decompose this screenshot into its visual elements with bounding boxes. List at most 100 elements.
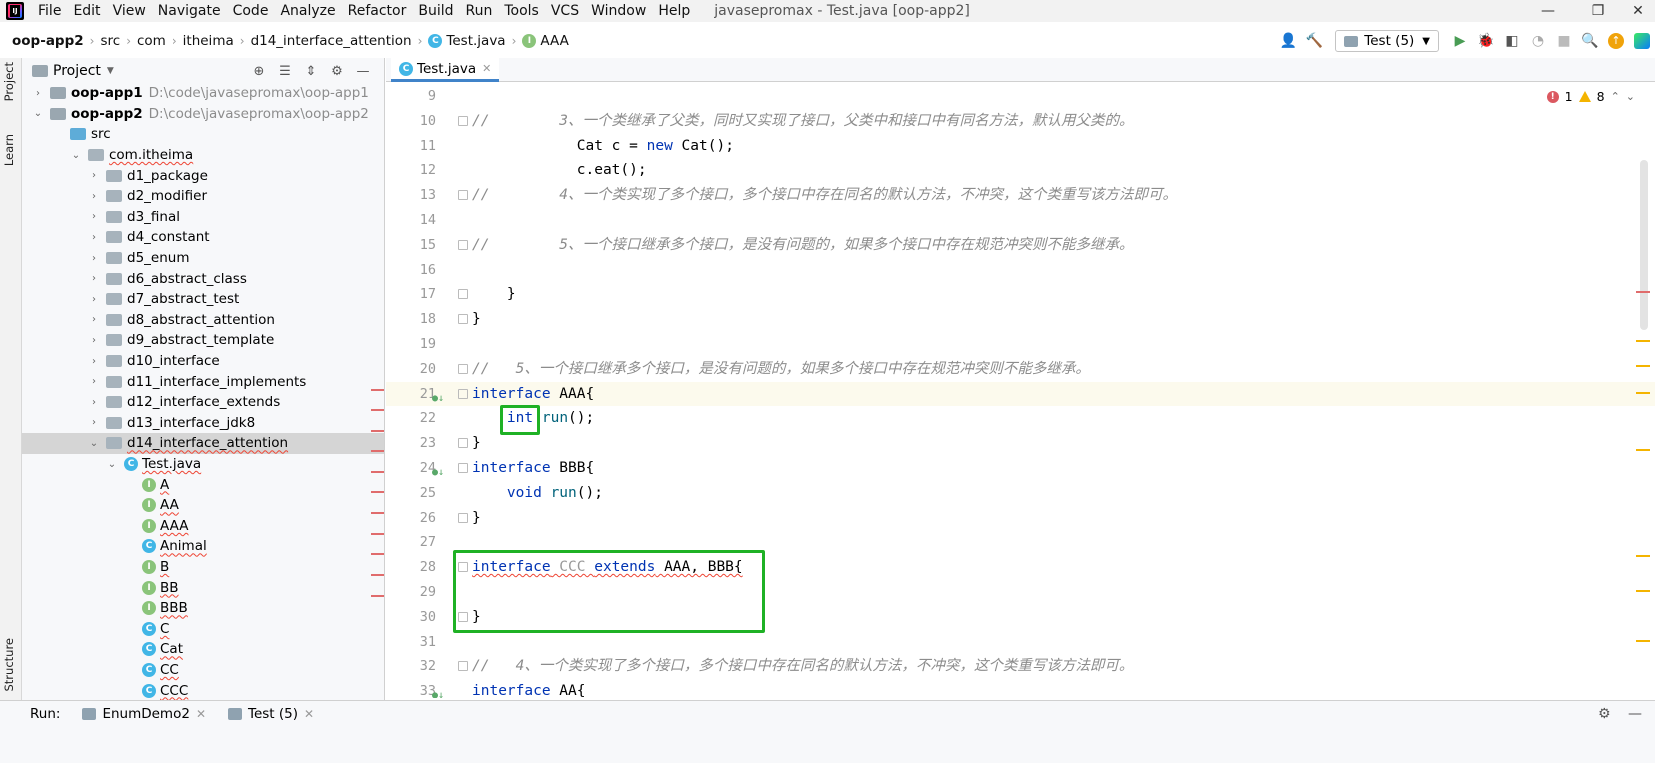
tree-item[interactable]: ⌄ oop-app2 D:\code\javasepromax\oop-app2 (22, 104, 384, 125)
line-number[interactable]: 24 (386, 456, 436, 481)
fold-marker-icon[interactable] (458, 115, 468, 126)
chevron-right-icon[interactable]: › (88, 397, 100, 408)
line-number[interactable]: 17 (386, 282, 436, 307)
error-stripe-mark[interactable] (1636, 291, 1650, 293)
code-editor[interactable]: 9 10 // 3、一个类继承了父类，同时又实现了接口，父类中和接口中有同名方法，默… (386, 83, 1655, 698)
tree-item[interactable]: IB (22, 557, 384, 578)
fold-marker-icon[interactable] (458, 438, 468, 449)
tool-tab-structure[interactable]: Structure (2, 638, 16, 692)
fold-marker-icon[interactable] (458, 289, 468, 300)
user-icon[interactable]: 👤 (1277, 30, 1299, 52)
warning-stripe-mark[interactable] (1636, 340, 1650, 342)
menu-refactor[interactable]: Refactor (342, 0, 413, 22)
tree-item[interactable]: › d9_abstract_template (22, 330, 384, 351)
build-hammer-icon[interactable]: 🔨 (1303, 30, 1325, 52)
close-tab-icon[interactable]: ✕ (482, 62, 491, 75)
close-icon[interactable]: ✕ (196, 707, 206, 721)
fold-marker-icon[interactable] (458, 512, 468, 523)
tool-tab-learn[interactable]: Learn (2, 134, 16, 166)
run-tab-test5[interactable]: Test (5) ✕ (228, 706, 314, 722)
locate-icon[interactable]: ⊕ (248, 61, 270, 81)
tree-item[interactable]: › d6_abstract_class (22, 268, 384, 289)
tree-item[interactable]: src (22, 124, 384, 145)
warning-stripe-mark[interactable] (1636, 449, 1650, 451)
run-tab-enumdemo2[interactable]: EnumDemo2 ✕ (82, 706, 206, 722)
chevron-right-icon[interactable]: › (88, 253, 100, 264)
breadcrumb-symbol[interactable]: I AAA (522, 33, 569, 49)
line-number[interactable]: 13 (386, 183, 436, 208)
line-number[interactable]: 12 (386, 158, 436, 183)
tree-item[interactable]: › d1_package (22, 165, 384, 186)
chevron-down-icon[interactable]: ⌄ (106, 459, 118, 470)
tool-tab-project[interactable]: Project (2, 62, 16, 101)
tree-item[interactable]: › d11_interface_implements (22, 371, 384, 392)
chevron-up-icon[interactable]: ⌃ (1611, 90, 1620, 103)
line-number[interactable]: 21 (386, 382, 436, 407)
chevron-right-icon[interactable]: › (32, 88, 44, 99)
line-number[interactable]: 11 (386, 134, 436, 159)
menu-help[interactable]: Help (652, 0, 696, 22)
line-number[interactable]: 10 (386, 109, 436, 134)
line-number[interactable]: 23 (386, 431, 436, 456)
vertical-scrollbar[interactable] (1640, 160, 1648, 330)
chevron-right-icon[interactable]: › (88, 376, 100, 387)
tree-item[interactable]: I AAA (22, 516, 384, 537)
breadcrumb-file[interactable]: C Test.java (428, 33, 506, 49)
close-icon[interactable]: ✕ (304, 707, 314, 721)
line-number[interactable]: 14 (386, 208, 436, 233)
menu-view[interactable]: View (107, 0, 152, 22)
minimize-icon[interactable]: — (1525, 0, 1571, 22)
line-number[interactable]: 20 (386, 357, 436, 382)
tree-item[interactable]: › d13_interface_jdk8 (22, 413, 384, 434)
ide-logo-icon[interactable] (1631, 30, 1653, 52)
chevron-right-icon[interactable]: › (88, 191, 100, 202)
warning-stripe-mark[interactable] (1636, 392, 1650, 394)
fold-marker-icon[interactable] (458, 190, 468, 201)
tree-item[interactable]: CC (22, 619, 384, 640)
menu-run[interactable]: Run (460, 0, 499, 22)
chevron-right-icon[interactable]: › (88, 232, 100, 243)
chevron-right-icon[interactable]: › (88, 314, 100, 325)
gear-icon[interactable]: ⚙ (326, 61, 348, 81)
line-number[interactable]: 19 (386, 332, 436, 357)
tree-item[interactable]: C Animal (22, 536, 384, 557)
hide-icon[interactable]: — (352, 61, 374, 81)
chevron-right-icon[interactable]: › (88, 335, 100, 346)
tree-item[interactable]: › d4_constant (22, 227, 384, 248)
menu-code[interactable]: Code (227, 0, 275, 22)
line-number[interactable]: 9 (386, 84, 436, 109)
debug-icon[interactable]: 🐞 (1475, 30, 1497, 52)
menu-analyze[interactable]: Analyze (274, 0, 341, 22)
tree-item[interactable]: › d2_modifier (22, 186, 384, 207)
tree-item[interactable]: ⌄ com.itheima (22, 145, 384, 166)
menu-navigate[interactable]: Navigate (152, 0, 227, 22)
chevron-down-icon[interactable]: ⌄ (1626, 90, 1635, 103)
project-panel-title[interactable]: Project (53, 63, 101, 79)
menu-edit[interactable]: Edit (67, 0, 106, 22)
breadcrumb-project[interactable]: oop-app2 (12, 33, 84, 49)
breadcrumb-package[interactable]: d14_interface_attention (251, 33, 412, 49)
tree-item[interactable]: ⌄ C Test.java (22, 454, 384, 475)
tree-item[interactable]: IA (22, 474, 384, 495)
chevron-right-icon[interactable]: › (88, 356, 100, 367)
inspection-widget[interactable]: ! 1 8 ⌃ ⌄ (1546, 89, 1635, 104)
update-icon[interactable]: ↑ (1605, 30, 1627, 52)
menu-vcs[interactable]: VCS (545, 0, 585, 22)
gear-icon[interactable]: ⚙ (1598, 706, 1611, 722)
fold-marker-icon[interactable] (458, 314, 468, 325)
line-number[interactable]: 27 (386, 530, 436, 555)
fold-marker-icon[interactable] (458, 239, 468, 250)
chevron-down-icon[interactable]: ⌄ (88, 438, 100, 449)
menu-file[interactable]: File (32, 0, 67, 22)
line-number[interactable]: 25 (386, 481, 436, 506)
tree-item[interactable]: › d12_interface_extends (22, 392, 384, 413)
tree-item[interactable]: › d7_abstract_test (22, 289, 384, 310)
breadcrumb-itheima[interactable]: itheima (183, 33, 234, 49)
run-configuration-select[interactable]: Test (5) ▼ (1335, 30, 1439, 52)
chevron-right-icon[interactable]: › (88, 170, 100, 181)
tree-item[interactable]: › d3_final (22, 207, 384, 228)
chevron-down-icon[interactable]: ⌄ (32, 108, 44, 119)
tree-item[interactable]: ⌄ d14_interface_attention (22, 433, 384, 454)
stop-icon[interactable]: ■ (1553, 30, 1575, 52)
warning-stripe-mark[interactable] (1636, 365, 1650, 367)
